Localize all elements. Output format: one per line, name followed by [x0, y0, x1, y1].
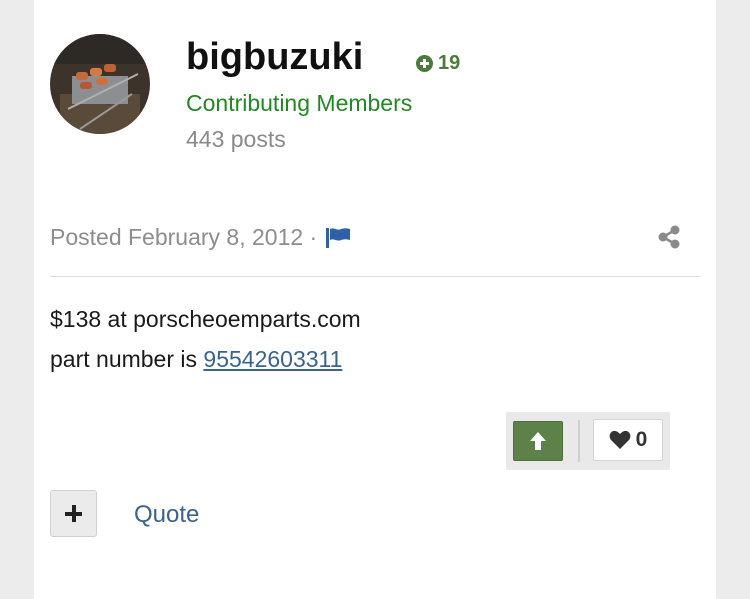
posted-date: Posted February 8, 2012 · — [50, 224, 318, 250]
share-icon[interactable] — [656, 224, 682, 255]
post-meta: Posted February 8, 2012 · — [50, 224, 351, 251]
avatar[interactable] — [50, 34, 150, 134]
post-count: 443 posts — [186, 126, 286, 152]
content-text: part number is — [50, 346, 204, 372]
plus-circle-icon — [416, 55, 433, 72]
like-button[interactable]: 0 — [593, 419, 663, 461]
reaction-bar: 0 — [506, 412, 670, 470]
divider — [50, 276, 700, 277]
member-group: Contributing Members — [186, 90, 413, 116]
content-line: part number is 95542603311 — [50, 339, 361, 379]
upvote-button[interactable] — [513, 421, 563, 461]
flag-icon[interactable] — [325, 226, 351, 250]
reputation-count: 19 — [438, 52, 461, 74]
reputation-badge: 19 — [416, 52, 460, 75]
like-count: 0 — [635, 428, 648, 451]
arrow-up-icon — [530, 432, 546, 450]
reaction-separator — [578, 420, 580, 462]
multiquote-plus-button[interactable] — [50, 490, 97, 537]
quote-button[interactable]: Quote — [134, 501, 199, 529]
content-line: $138 at porscheoemparts.com — [50, 306, 361, 332]
heart-icon — [609, 430, 631, 449]
part-number-link[interactable]: 95542603311 — [203, 346, 342, 372]
username[interactable]: bigbuzuki — [186, 36, 363, 79]
post-content: $138 at porscheoemparts.com part number … — [50, 299, 361, 379]
